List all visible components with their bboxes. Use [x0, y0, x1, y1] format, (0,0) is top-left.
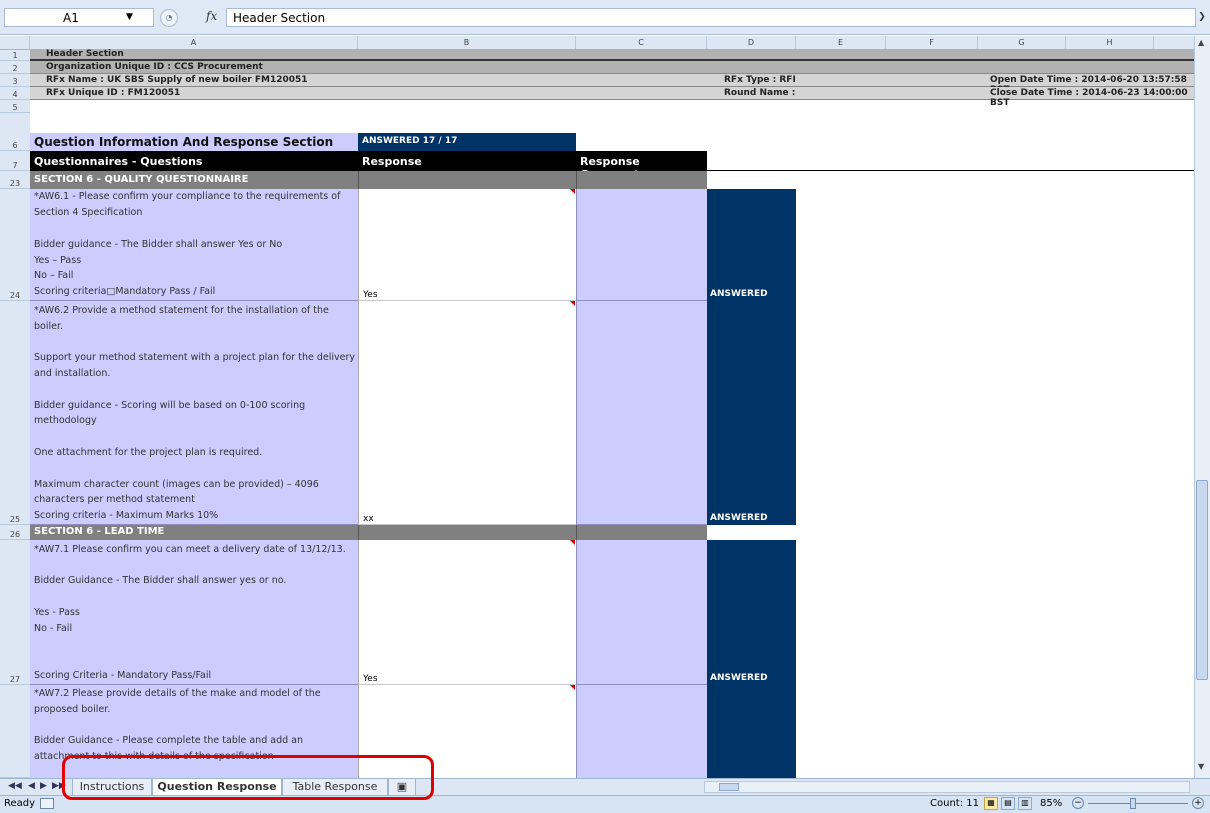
- response-column-title: Response: [362, 155, 422, 168]
- tab-prev-icon[interactable]: ◀: [28, 781, 35, 791]
- zoom-slider[interactable]: [1088, 803, 1188, 804]
- response-cell-aw6-1[interactable]: Yes: [358, 189, 576, 301]
- status-cell-aw7-1[interactable]: ANSWERED: [707, 540, 796, 685]
- row-header[interactable]: 5: [0, 100, 30, 113]
- select-all-corner[interactable]: [0, 36, 30, 49]
- column-header-b[interactable]: B: [358, 36, 576, 49]
- row-header[interactable]: 24: [0, 189, 30, 301]
- section-bar-quality[interactable]: SECTION 6 - QUALITY QUESTIONNAIRE: [30, 171, 707, 189]
- section-title-cell[interactable]: Question Information And Response Sectio…: [30, 133, 358, 151]
- rfx-unique-id: RFx Unique ID : FM120051: [46, 88, 181, 98]
- tab-first-icon[interactable]: ◀◀: [8, 781, 22, 791]
- zoom-out-icon[interactable]: −: [1072, 797, 1084, 809]
- comment-cell-aw7-1[interactable]: [576, 540, 707, 685]
- column-header-h[interactable]: H: [1066, 36, 1154, 49]
- divider: [358, 171, 359, 189]
- formula-bar: A1 ▼ ◔ fx Header Section ❯: [0, 0, 1210, 35]
- page-layout-view-icon[interactable]: ▤: [1001, 797, 1015, 810]
- column-header-c[interactable]: C: [576, 36, 707, 49]
- section-lead-time-label: SECTION 6 - LEAD TIME: [34, 526, 165, 537]
- question-cell-aw7-1[interactable]: *AW7.1 Please confirm you can meet a del…: [30, 540, 358, 685]
- row-header[interactable]: 23: [0, 171, 30, 189]
- organization-id: Organization Unique ID : CCS Procurement: [46, 62, 263, 72]
- status-label: ANSWERED: [710, 289, 768, 299]
- header-section-label: Header Section: [46, 49, 124, 59]
- comment-cell-aw6-1[interactable]: [576, 189, 707, 301]
- divider: [576, 525, 577, 540]
- status-label: ANSWERED: [710, 513, 768, 523]
- comment-indicator-icon: [570, 301, 575, 306]
- horizontal-scrollbar[interactable]: [704, 781, 1190, 793]
- close-date-time: Close Date Time : 2014-06-23 14:00:00 BS…: [990, 88, 1188, 108]
- comment-indicator-icon: [570, 540, 575, 545]
- normal-view-icon[interactable]: ▦: [984, 797, 998, 810]
- header-row-4: RFx Unique ID : FM120051 Round Name : Cl…: [30, 87, 1194, 108]
- status-cell-aw6-2[interactable]: ANSWERED: [707, 301, 796, 525]
- row-header: [0, 685, 30, 778]
- header-row-2: Organization Unique ID : CCS Procurement: [30, 61, 1194, 74]
- answered-total-cell[interactable]: ANSWERED 17 / 17: [358, 133, 576, 151]
- column-header-g[interactable]: G: [978, 36, 1066, 49]
- row-header[interactable]: 6: [0, 113, 30, 151]
- macro-record-icon[interactable]: [40, 798, 54, 809]
- row-header[interactable]: 7: [0, 151, 30, 171]
- section-bar-lead-time[interactable]: SECTION 6 - LEAD TIME: [30, 525, 707, 540]
- horizontal-scroll-thumb[interactable]: [719, 783, 739, 791]
- row-header[interactable]: 1: [0, 50, 30, 61]
- zoom-in-icon[interactable]: +: [1192, 797, 1204, 809]
- rfx-type: RFx Type : RFI: [724, 75, 796, 85]
- section-title: Question Information And Response Sectio…: [34, 135, 334, 149]
- highlight-annotation: [62, 755, 434, 800]
- vertical-scroll-thumb[interactable]: [1196, 480, 1208, 680]
- row-7-border: [707, 170, 1194, 171]
- formula-input[interactable]: Header Section: [226, 8, 1196, 27]
- column-header-a[interactable]: A: [30, 36, 358, 49]
- rfx-name: RFx Name : UK SBS Supply of new boiler F…: [46, 75, 308, 85]
- header-row-3: RFx Name : UK SBS Supply of new boiler F…: [30, 74, 1194, 95]
- status-cell-aw6-1[interactable]: ANSWERED: [707, 189, 796, 301]
- scroll-up-icon[interactable]: ▲: [1198, 38, 1204, 47]
- comment-cell-aw7-2[interactable]: [576, 685, 707, 778]
- expand-formula-icon[interactable]: ❯: [1196, 8, 1208, 27]
- page-break-view-icon[interactable]: ▥: [1018, 797, 1032, 810]
- status-cell-aw7-2[interactable]: [707, 685, 796, 778]
- answered-total: ANSWERED 17 / 17: [362, 136, 458, 146]
- column-header-d[interactable]: D: [707, 36, 796, 49]
- zoom-slider-thumb[interactable]: [1130, 798, 1136, 809]
- zoom-level[interactable]: 85%: [1040, 798, 1062, 809]
- questions-column-title: Questionnaires - Questions: [34, 155, 203, 168]
- tab-next-icon[interactable]: ▶: [40, 781, 47, 791]
- column-header-f[interactable]: F: [886, 36, 978, 49]
- cancel-entry-icon[interactable]: ◔: [160, 9, 178, 27]
- status-count: Count: 11: [930, 798, 979, 809]
- row-header[interactable]: 2: [0, 61, 30, 74]
- question-cell-aw6-2[interactable]: *AW6.2 Provide a method statement for th…: [30, 301, 358, 525]
- section-quality-label: SECTION 6 - QUALITY QUESTIONNAIRE: [34, 174, 249, 185]
- row-header[interactable]: 26: [0, 525, 30, 540]
- divider: [576, 171, 577, 189]
- name-box-dropdown-icon[interactable]: ▼: [126, 12, 133, 22]
- response-cell-aw7-1[interactable]: Yes: [358, 540, 576, 685]
- status-label: ANSWERED: [710, 673, 768, 683]
- row-header[interactable]: 27: [0, 540, 30, 685]
- comment-cell-aw6-2[interactable]: [576, 301, 707, 525]
- insert-function-icon[interactable]: fx: [206, 9, 217, 23]
- header-row-1: Header Section: [30, 49, 1194, 61]
- comment-indicator-icon: [570, 685, 575, 690]
- response-cell-aw6-2[interactable]: xx: [358, 301, 576, 525]
- status-ready: Ready: [4, 798, 36, 809]
- row-header[interactable]: 25: [0, 301, 30, 525]
- column-header-e[interactable]: E: [796, 36, 886, 49]
- comment-indicator-icon: [570, 189, 575, 194]
- question-cell-aw6-1[interactable]: *AW6.1 - Please confirm your compliance …: [30, 189, 358, 301]
- round-name: Round Name :: [724, 88, 796, 98]
- column-headers: A B C D E F G H: [0, 36, 1210, 50]
- scroll-down-icon[interactable]: ▼: [1198, 762, 1204, 771]
- row-header[interactable]: 3: [0, 74, 30, 87]
- questions-header-row: Questionnaires - Questions Response Resp…: [30, 151, 707, 181]
- divider: [358, 525, 359, 540]
- row-header[interactable]: 4: [0, 87, 30, 100]
